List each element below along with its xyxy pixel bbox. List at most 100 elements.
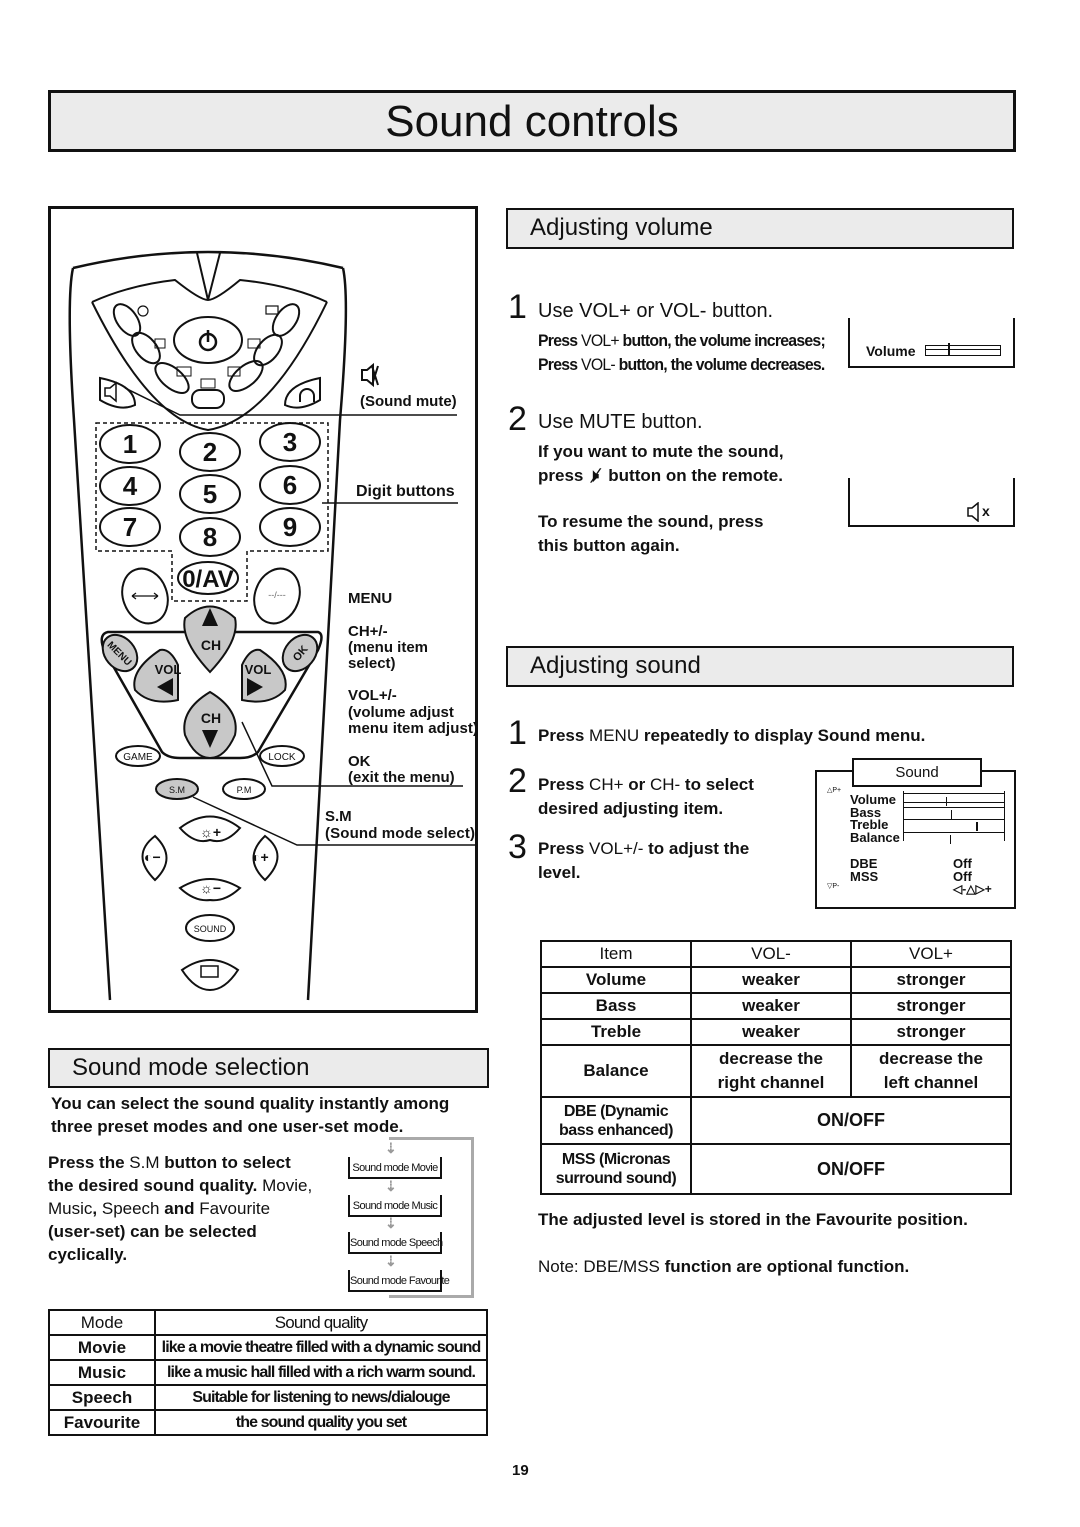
power-button[interactable] xyxy=(173,316,243,364)
svg-text:CH+/-: CH+/- xyxy=(348,623,388,640)
speaker-icon xyxy=(967,502,979,522)
dash-button[interactable]: --/--- xyxy=(247,562,307,630)
table-row: Movie like a movie theatre filled with a … xyxy=(48,1334,488,1361)
svg-text:(menu item: (menu item xyxy=(348,639,428,656)
resume-instruction: To resume the sound, press xyxy=(538,512,764,531)
svg-text:S.M: S.M xyxy=(325,808,352,825)
zero-av-button[interactable]: 0/AV xyxy=(177,561,239,595)
pip-button[interactable] xyxy=(180,959,240,992)
step-number: 2 xyxy=(508,400,527,438)
stored-note: The adjusted level is stored in the Favo… xyxy=(538,1210,968,1229)
picture-icon xyxy=(265,305,279,315)
mute-label-icon xyxy=(361,362,379,388)
mute-osd: x xyxy=(848,478,1015,527)
svg-text:(Sound mode select): (Sound mode select) xyxy=(325,825,475,842)
sound-mode-header: Sound mode selection xyxy=(48,1048,489,1088)
step-number: 1 xyxy=(508,288,527,326)
svg-text:2: 2 xyxy=(203,437,217,467)
svg-text:8: 8 xyxy=(203,522,217,552)
sound-step-2: Press CH+ or CH- to select xyxy=(538,775,754,794)
intro-text: You can select the sound quality instant… xyxy=(51,1094,450,1113)
page-title: Sound controls xyxy=(48,90,1016,152)
digit-button-5[interactable]: 5 xyxy=(179,474,241,514)
svg-text:(exit the menu): (exit the menu) xyxy=(348,769,455,786)
down-arrow-icon: ⇣ xyxy=(385,1215,397,1231)
svg-text:LOCK: LOCK xyxy=(268,752,296,763)
table-row: Favourite the sound quality you set xyxy=(48,1409,488,1436)
svg-text:(Sound mute): (Sound mute) xyxy=(360,393,457,410)
vol-down-instruction: Press VOL- button, the volume decreases. xyxy=(538,355,825,374)
flow-step: Sound mode Speech xyxy=(348,1232,443,1254)
timer-button[interactable] xyxy=(108,300,145,341)
svg-text:4: 4 xyxy=(123,471,138,501)
left-right-arrow-icon xyxy=(131,592,159,600)
p-up-icon: △P+ xyxy=(827,787,842,794)
table-row: Bass weaker stronger xyxy=(540,992,1012,1020)
mute-icon: 🕨̸ xyxy=(588,466,599,485)
p-down-icon: ▽P- xyxy=(827,883,840,890)
mute-icon xyxy=(104,381,117,403)
headphone-button[interactable] xyxy=(283,376,321,409)
svg-text:VOL: VOL xyxy=(245,662,272,677)
intro-text: three preset modes and one user-set mode… xyxy=(51,1117,404,1136)
svg-text:3: 3 xyxy=(283,427,297,457)
flow-step: Sound mode Music xyxy=(348,1195,442,1217)
step-number: 3 xyxy=(508,828,527,866)
digit-button-4[interactable]: 4 xyxy=(99,466,161,506)
volume-level-bar xyxy=(925,343,1001,356)
mute-instruction-2: press 🕨̸ button on the remote. xyxy=(538,466,783,485)
sound-step-3: Press VOL+/- to adjust the xyxy=(538,839,750,858)
lock-button[interactable]: LOCK xyxy=(259,745,305,767)
digit-button-8[interactable]: 8 xyxy=(179,517,241,557)
svg-text:0/AV: 0/AV xyxy=(182,566,234,593)
digit-button-3[interactable]: 3 xyxy=(259,422,321,462)
step-text: Use VOL+ or VOL- button. xyxy=(538,300,774,322)
contrast-down-icon: ◐− xyxy=(144,849,161,865)
optional-note: Note: DBE/MSS function are optional func… xyxy=(538,1257,910,1276)
level-marker xyxy=(948,343,950,356)
svg-text:(volume adjust: (volume adjust xyxy=(348,704,454,721)
digit-button-6[interactable]: 6 xyxy=(259,465,321,505)
volume-osd: Volume xyxy=(848,318,1015,368)
table-row: MSS (Micronas surround sound) ON/OFF xyxy=(540,1143,1012,1195)
clock-icon xyxy=(137,305,149,317)
svg-text:1: 1 xyxy=(123,429,137,459)
step-number: 2 xyxy=(508,762,527,800)
sm-button[interactable]: S.M xyxy=(155,778,199,800)
mute-button[interactable] xyxy=(99,376,137,409)
teletext-mix-button[interactable] xyxy=(150,357,193,398)
svg-text:menu item adjust): menu item adjust) xyxy=(348,720,478,737)
svg-text:OK: OK xyxy=(348,753,371,770)
resume-instruction-2: this button again. xyxy=(538,536,680,555)
svg-text:VOL: VOL xyxy=(155,662,182,677)
down-arrow-icon: ⇣ xyxy=(385,1253,397,1269)
teletext-button[interactable] xyxy=(191,389,225,409)
digit-button-7[interactable]: 7 xyxy=(99,507,161,547)
svg-text:9: 9 xyxy=(283,512,297,542)
digit-button-9[interactable]: 9 xyxy=(259,507,321,547)
svg-text:CH: CH xyxy=(201,710,221,726)
digit-buttons: 1 2 3 4 5 6 7 8 9 xyxy=(99,422,321,557)
sound-step-2b: desired adjusting item. xyxy=(538,799,724,818)
table-row: Speech Suitable for listening to news/dia… xyxy=(48,1384,488,1411)
game-button[interactable]: GAME xyxy=(115,745,161,767)
adjusting-sound-header: Adjusting sound xyxy=(506,646,1014,687)
step-text: Use MUTE button. xyxy=(538,411,703,433)
sound-menu-title: Sound xyxy=(852,758,982,787)
headphone-icon xyxy=(299,388,315,402)
sound-button[interactable]: SOUND xyxy=(185,914,235,942)
table-row: Music like a music hall filled with a ric… xyxy=(48,1359,488,1386)
digit-button-2[interactable]: 2 xyxy=(179,432,241,472)
digit-button-1[interactable]: 1 xyxy=(99,424,161,464)
swap-button[interactable] xyxy=(115,562,175,630)
sound-adjust-table: Item VOL- VOL+ Volume weaker stronger Bass wea… xyxy=(540,940,1012,1195)
adjusting-volume-header: Adjusting volume xyxy=(506,208,1014,249)
mss-label: MSS xyxy=(850,868,879,884)
mute-instruction: If you want to mute the sound, xyxy=(538,442,784,461)
menu-item-balance[interactable]: Balance xyxy=(850,831,1005,845)
svg-text:VOL+/-: VOL+/- xyxy=(348,687,397,704)
brightness-up-icon: ☼+ xyxy=(200,824,221,840)
svg-text:P.M: P.M xyxy=(237,785,252,795)
pm-button[interactable]: P.M xyxy=(222,778,266,800)
svg-text:select): select) xyxy=(348,655,396,672)
